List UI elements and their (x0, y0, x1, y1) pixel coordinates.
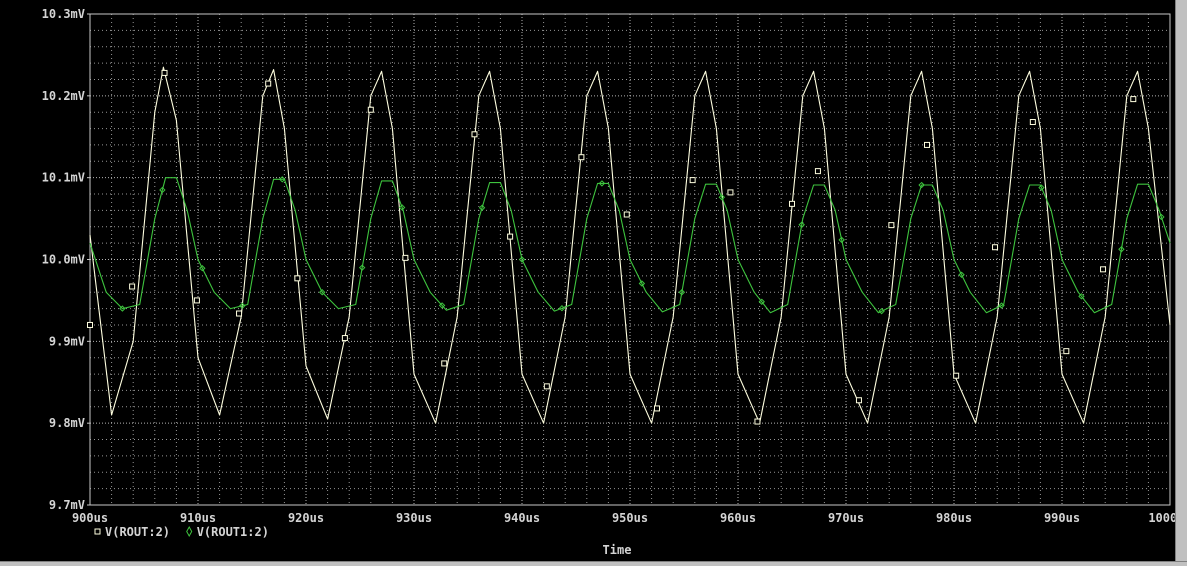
x-tick-label: 910us (180, 511, 216, 525)
data-point-marker-square (402, 254, 409, 261)
legend-diamond-icon (186, 525, 193, 538)
x-tick-label: 960us (720, 511, 756, 525)
x-tick-label: 970us (828, 511, 864, 525)
data-point-marker-square (1063, 348, 1070, 355)
data-point-marker-square (1100, 266, 1107, 273)
waveform-chart[interactable]: 10.3mV10.2mV10.1mV10.0mV9.9mV9.8mV9.7mV9… (0, 0, 1176, 562)
y-tick-label: 10.2mV (42, 89, 85, 103)
x-axis-title: Time (603, 543, 632, 557)
data-point-marker-square (193, 297, 200, 304)
y-tick-label: 9.9mV (49, 334, 85, 348)
data-point-marker-square (623, 211, 630, 218)
x-tick-label: 900us (72, 511, 108, 525)
data-point-marker-square (1130, 96, 1137, 103)
data-point-marker-square (87, 321, 93, 328)
y-tick-label: 10.0mV (42, 253, 85, 267)
window-frame-right (1175, 0, 1187, 566)
x-tick-label: 980us (936, 511, 972, 525)
data-point-marker-square (754, 418, 761, 425)
data-point-marker-square (294, 275, 301, 282)
data-point-marker-square (236, 310, 243, 317)
data-point-marker-square (654, 405, 660, 412)
data-point-marker-square (129, 283, 136, 290)
x-tick-label: 1000us (1148, 511, 1176, 525)
data-point-marker-square (441, 360, 448, 367)
data-point-marker-square (855, 397, 862, 404)
x-tick-label: 940us (504, 511, 540, 525)
x-tick-label: 950us (612, 511, 648, 525)
data-point-marker-square (367, 106, 374, 113)
x-tick-label: 920us (288, 511, 324, 525)
data-point-marker-square (689, 177, 696, 184)
data-point-marker-square (578, 154, 585, 161)
data-point-marker-square (341, 335, 348, 342)
data-point-marker-square (992, 244, 999, 251)
data-point-marker-square (789, 200, 795, 207)
data-point-marker-square (953, 372, 960, 379)
data-point-marker-square (507, 233, 514, 240)
data-point-marker-square (543, 383, 550, 390)
data-point-marker-square (471, 131, 478, 138)
x-tick-label: 930us (396, 511, 432, 525)
legend-square-icon (94, 528, 101, 535)
data-point-marker-square (924, 141, 930, 148)
y-tick-label: 9.8mV (49, 416, 85, 430)
legend-item-label[interactable]: V(ROUT1:2) (197, 525, 269, 539)
data-point-marker-square (161, 69, 168, 76)
window-frame-bottom (0, 561, 1187, 566)
legend-item-label[interactable]: V(ROUT:2) (105, 525, 170, 539)
y-tick-label: 10.3mV (42, 7, 85, 21)
data-point-marker-square (265, 80, 272, 87)
data-point-marker-square (814, 168, 821, 175)
x-tick-label: 990us (1044, 511, 1080, 525)
data-point-marker-square (727, 189, 734, 196)
data-point-marker-square (888, 222, 895, 229)
probe-plot-window: 10.3mV 10.2mV 10.1mV 10.0mV 9.9mV 9.8mV 9.7mV 9… (0, 0, 1187, 566)
data-point-marker-square (1029, 119, 1036, 126)
y-tick-label: 10.1mV (42, 171, 85, 185)
y-tick-label: 9.7mV (49, 498, 85, 512)
